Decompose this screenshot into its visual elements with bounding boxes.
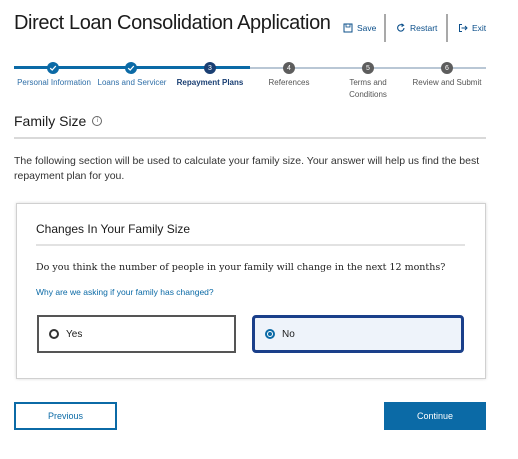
step-3-indicator: 3 xyxy=(204,62,216,74)
step-label-terms-and-conditions: Terms and Conditions xyxy=(330,77,406,101)
step-label-loans-and-servicer[interactable]: Loans and Servicer xyxy=(94,77,170,89)
radio-no[interactable] xyxy=(265,329,275,339)
section-divider xyxy=(14,137,486,139)
family-size-card: Changes In Your Family Size Do you think… xyxy=(16,203,486,379)
step-label-personal-information[interactable]: Personal Information xyxy=(15,77,93,89)
exit-icon xyxy=(459,24,468,32)
exit-button[interactable]: Exit xyxy=(458,20,486,36)
exit-label: Exit xyxy=(472,23,487,33)
step-label-line: Conditions xyxy=(349,90,387,99)
step-2-check-icon xyxy=(125,62,137,74)
section-title: Family Size i xyxy=(14,113,103,129)
save-button[interactable]: Save xyxy=(343,20,376,36)
step-4-indicator: 4 xyxy=(283,62,295,74)
step-label-review-and-submit: Review and Submit xyxy=(412,78,482,87)
radio-yes[interactable] xyxy=(49,329,59,339)
step-label-line: Terms and xyxy=(349,78,387,87)
restart-button[interactable]: Restart xyxy=(396,20,437,36)
info-icon[interactable]: i xyxy=(92,116,103,126)
header-divider xyxy=(384,14,386,42)
header-divider xyxy=(446,14,448,42)
page-title: Direct Loan Consolidation Application xyxy=(14,12,331,34)
option-no[interactable]: No xyxy=(252,315,464,353)
why-asking-link[interactable]: Why are we asking if your family has cha… xyxy=(36,287,214,297)
save-icon xyxy=(343,23,353,33)
step-label-references: References xyxy=(268,78,310,87)
card-divider xyxy=(36,244,465,246)
option-yes-label: Yes xyxy=(66,328,83,340)
restart-label: Restart xyxy=(410,23,438,33)
save-label: Save xyxy=(357,23,377,33)
option-no-label: No xyxy=(282,328,295,340)
section-description: The following section will be used to ca… xyxy=(14,155,480,182)
question-text: Do you think the number of people in you… xyxy=(36,262,446,273)
section-title-text: Family Size xyxy=(14,113,87,129)
continue-button[interactable]: Continue xyxy=(384,402,486,430)
step-1-check-icon xyxy=(47,62,59,74)
step-label-repayment-plans: Repayment Plans xyxy=(176,78,244,87)
step-6-indicator: 6 xyxy=(441,62,453,74)
step-5-indicator: 5 xyxy=(362,62,374,74)
option-yes[interactable]: Yes xyxy=(37,315,236,353)
restart-icon xyxy=(397,23,405,32)
card-title: Changes In Your Family Size xyxy=(36,222,191,236)
previous-button[interactable]: Previous xyxy=(14,402,117,430)
